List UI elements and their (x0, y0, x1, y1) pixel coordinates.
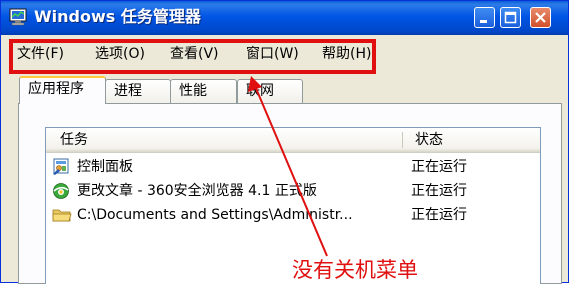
row-task-name: 控制面板 (77, 159, 133, 175)
tab-processes[interactable]: 进程 (105, 79, 171, 103)
menu-highlight-box (9, 39, 376, 74)
title-bar[interactable]: Windows 任务管理器 (1, 1, 568, 35)
list-header: 任务 状态 (46, 128, 540, 153)
tab-networking[interactable]: 联网 (237, 79, 303, 103)
row-status: 正在运行 (411, 183, 467, 199)
table-row[interactable]: C:\Documents and Settings\Administr... 正… (46, 203, 540, 227)
close-button[interactable] (530, 7, 551, 28)
annotation-label: 没有关机菜单 (292, 258, 418, 282)
minimize-icon (480, 20, 487, 23)
folder-icon (52, 206, 72, 224)
row-status: 正在运行 (411, 207, 467, 223)
task-manager-app-icon (9, 8, 29, 26)
column-divider[interactable] (402, 132, 403, 148)
row-task-name: C:\Documents and Settings\Administr... (77, 207, 353, 223)
control-panel-icon (52, 158, 72, 176)
window-title: Windows 任务管理器 (34, 7, 201, 26)
close-icon (535, 12, 546, 23)
table-row[interactable]: 更改文章 - 360安全浏览器 4.1 正式版 正在运行 (46, 179, 540, 203)
row-status: 正在运行 (411, 159, 467, 175)
tab-performance[interactable]: 性能 (170, 79, 237, 103)
maximize-button[interactable] (500, 7, 521, 28)
row-task-name: 更改文章 - 360安全浏览器 4.1 正式版 (77, 183, 317, 199)
column-header-status[interactable]: 状态 (415, 131, 443, 149)
browser-360-icon (52, 182, 72, 200)
maximize-icon (504, 11, 517, 24)
minimize-button[interactable] (474, 7, 495, 28)
tab-applications[interactable]: 应用程序 (19, 76, 106, 104)
table-row[interactable]: 控制面板 正在运行 (46, 155, 540, 179)
column-header-task[interactable]: 任务 (60, 131, 88, 149)
